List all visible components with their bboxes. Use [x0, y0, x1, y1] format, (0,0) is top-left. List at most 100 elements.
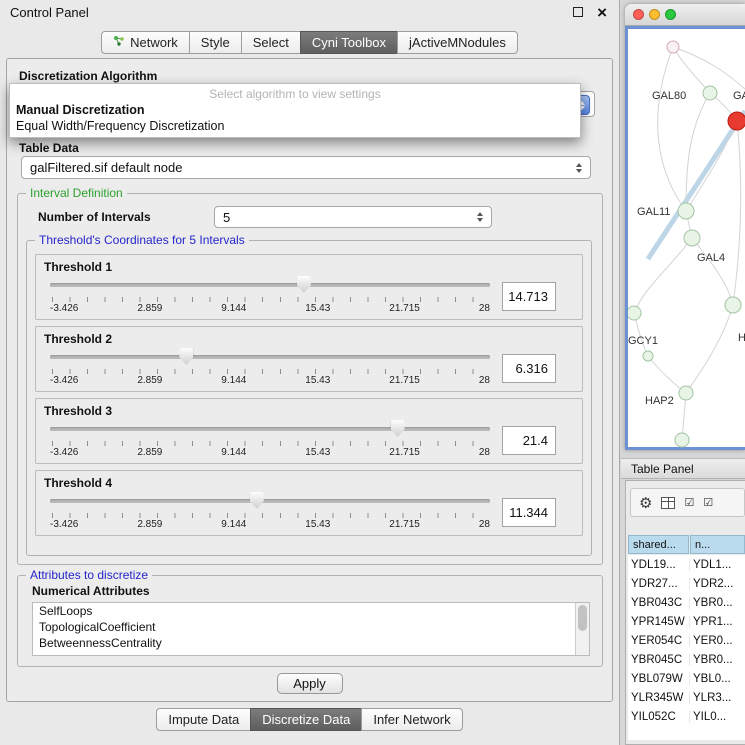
network-node[interactable]	[675, 433, 689, 447]
threshold-label: Threshold 3	[44, 404, 112, 418]
tab-label: Infer Network	[373, 712, 450, 727]
table-row[interactable]: YBR043CYBR0...	[628, 593, 745, 612]
threshold-box-4: Threshold 4 -3.4262.8599.14415.4321.71528…	[35, 470, 583, 536]
threshold-label: Threshold 2	[44, 332, 112, 346]
list-item-betweennesscentrality[interactable]: BetweennessCentrality	[33, 635, 589, 651]
attributes-group: Attributes to discretize Numerical Attri…	[17, 575, 603, 667]
tab-jactivemnodules[interactable]: jActiveMNodules	[397, 31, 518, 54]
axis-label: 28	[479, 519, 490, 530]
popup-option-equal-width-frequency-discretization[interactable]: Equal Width/Frequency Discretization	[10, 118, 580, 134]
discretization-algorithm-label: Discretization Algorithm	[19, 69, 157, 83]
tab-discretize-data[interactable]: Discretize Data	[250, 708, 362, 731]
tab-label: jActiveMNodules	[409, 35, 506, 50]
threshold-slider[interactable]: -3.4262.8599.14415.4321.71528	[50, 492, 490, 532]
table-row[interactable]: YBL079WYBL0...	[628, 669, 745, 688]
tab-impute-data[interactable]: Impute Data	[156, 708, 251, 731]
slider-thumb[interactable]	[179, 348, 193, 365]
threshold-value-field[interactable]: 21.4	[502, 426, 556, 455]
threshold-slider[interactable]: -3.4262.8599.14415.4321.71528	[50, 420, 490, 460]
popup-placeholder-text: Select algorithm to view settings	[10, 84, 580, 102]
threshold-value-field[interactable]: 14.713	[502, 282, 556, 311]
network-node[interactable]	[667, 41, 679, 53]
table-panel: ⚙ ☑ ☑ shared... n... YDL19...YDL1...YDR2…	[625, 480, 745, 745]
threshold-label: Threshold 4	[44, 476, 112, 490]
cell-shared-name: YDL19...	[628, 559, 690, 571]
table-row[interactable]: YLR345WYLR3...	[628, 688, 745, 707]
threshold-row: -3.4262.8599.14415.4321.71528 21.4	[50, 420, 556, 460]
network-node[interactable]	[684, 230, 700, 246]
table-row[interactable]: YDL19...YDL1...	[628, 555, 745, 574]
list-item-selfloops[interactable]: SelfLoops	[33, 603, 589, 619]
network-node[interactable]	[678, 203, 694, 219]
table-rows: YDL19...YDL1...YDR27...YDR2...YBR043CYBR…	[628, 555, 745, 740]
cell-name: YBL0...	[690, 673, 745, 685]
network-node[interactable]	[679, 386, 693, 400]
checkbox-icon[interactable]: ☑	[703, 496, 713, 509]
table-panel-title: Table Panel	[631, 462, 694, 476]
number-of-intervals-combobox[interactable]: 5	[214, 206, 492, 228]
table-row[interactable]: YIL052CYIL0...	[628, 707, 745, 726]
numerical-attributes-list[interactable]: SelfLoopsTopologicalCoefficientBetweenne…	[32, 602, 590, 656]
column-header-name[interactable]: n...	[690, 535, 745, 554]
cell-shared-name: YLR345W	[628, 692, 690, 704]
checkbox-icon[interactable]: ☑	[684, 496, 694, 509]
slider-track	[50, 499, 490, 503]
arrow-up-icon	[477, 212, 483, 216]
tab-label: Style	[201, 35, 230, 50]
columns-icon[interactable]	[661, 497, 675, 509]
tab-label: Impute Data	[168, 712, 239, 727]
tab-infer-network[interactable]: Infer Network	[361, 708, 462, 731]
axis-label: 2.859	[137, 303, 162, 314]
axis-label: 9.144	[221, 375, 246, 386]
cell-name: YDR2...	[690, 578, 745, 590]
network-node[interactable]	[725, 297, 741, 313]
table-data-combobox[interactable]: galFiltered.sif default node	[21, 156, 591, 179]
network-canvas[interactable]: GAL80GAGAL11GAL4GCY1HAP2H	[625, 26, 745, 450]
slider-thumb[interactable]	[391, 420, 405, 437]
cell-name: YLR3...	[690, 692, 745, 704]
tab-network[interactable]: Network	[101, 31, 190, 54]
settings-panel: Discretization Algorithm Select algorith…	[6, 58, 613, 702]
close-window-button[interactable]	[633, 9, 644, 20]
list-item-topologicalcoefficient[interactable]: TopologicalCoefficient	[33, 619, 589, 635]
gear-icon[interactable]: ⚙	[639, 494, 652, 512]
network-node[interactable]	[643, 351, 653, 361]
axis-label: 21.715	[389, 375, 420, 386]
slider-axis-labels: -3.4262.8599.14415.4321.71528	[50, 303, 490, 314]
axis-label: 21.715	[389, 447, 420, 458]
minimize-icon[interactable]	[573, 7, 583, 17]
table-row[interactable]: YDR27...YDR2...	[628, 574, 745, 593]
table-row[interactable]: YPR145WYPR1...	[628, 612, 745, 631]
threshold-slider[interactable]: -3.4262.8599.14415.4321.71528	[50, 276, 490, 316]
threshold-slider[interactable]: -3.4262.8599.14415.4321.71528	[50, 348, 490, 388]
column-header-shared-name[interactable]: shared...	[628, 535, 689, 554]
axis-label: 28	[479, 375, 490, 386]
network-node[interactable]	[703, 86, 717, 100]
tab-style[interactable]: Style	[189, 31, 242, 54]
numerical-attributes-label: Numerical Attributes	[32, 584, 150, 598]
slider-thumb[interactable]	[250, 492, 264, 509]
popup-option-manual-discretization[interactable]: Manual Discretization	[10, 102, 580, 118]
tab-cyni-toolbox[interactable]: Cyni Toolbox	[300, 31, 398, 54]
slider-ticks	[52, 513, 490, 518]
table-row[interactable]: YER054CYER0...	[628, 631, 745, 650]
tab-label: Network	[130, 35, 178, 50]
network-node[interactable]	[628, 306, 641, 320]
list-scrollbar[interactable]	[575, 603, 589, 655]
threshold-value-field[interactable]: 6.316	[502, 354, 556, 383]
tab-select[interactable]: Select	[241, 31, 301, 54]
threshold-value-field[interactable]: 11.344	[502, 498, 556, 527]
slider-thumb[interactable]	[297, 276, 311, 293]
node-label: GAL80	[652, 90, 686, 102]
table-data-label: Table Data	[19, 141, 79, 155]
close-icon[interactable]: ×	[597, 4, 607, 21]
table-row[interactable]: YBR045CYBR0...	[628, 650, 745, 669]
network-view-window[interactable]: GAL80GAGAL11GAL4GCY1HAP2H	[625, 4, 745, 450]
minimize-window-button[interactable]	[649, 9, 660, 20]
zoom-window-button[interactable]	[665, 9, 676, 20]
axis-label: 2.859	[137, 375, 162, 386]
algorithm-dropdown-popup: Select algorithm to view settingsManual …	[9, 83, 581, 138]
apply-button[interactable]: Apply	[277, 673, 343, 694]
scrollbar-thumb[interactable]	[578, 605, 587, 631]
network-node[interactable]	[728, 112, 745, 130]
